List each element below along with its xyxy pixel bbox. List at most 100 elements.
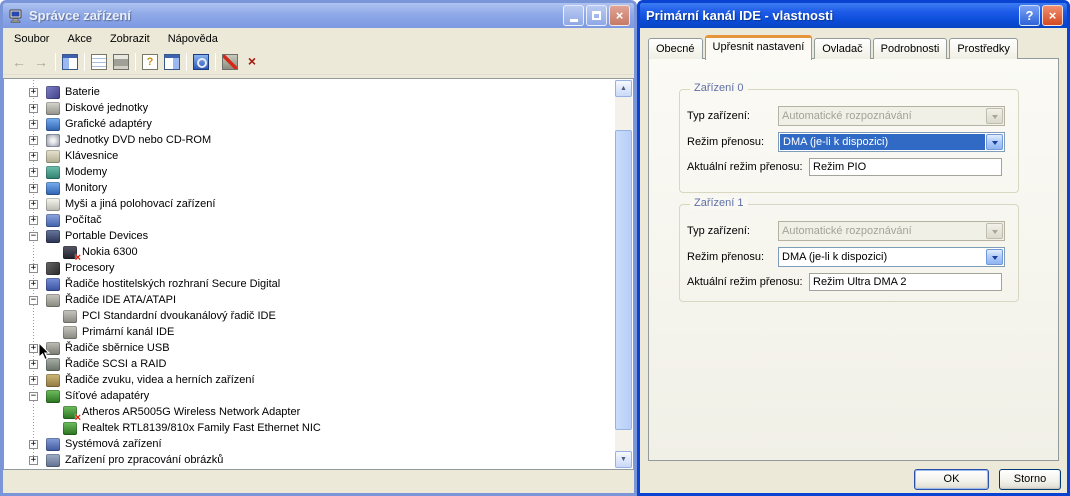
back-button[interactable]: ←	[8, 51, 30, 73]
show-console-tree-button[interactable]	[59, 51, 81, 73]
tree-item-portable-devices[interactable]: − Portable Devices	[5, 228, 615, 244]
tree-item-atheros-ar5005g-wireless-network-adapter[interactable]: × Atheros AR5005G Wireless Network Adapte…	[5, 404, 615, 423]
device-manager-title-bar[interactable]: Správce zařízení ×	[3, 3, 634, 28]
combo-dropdown-button[interactable]	[986, 134, 1003, 150]
dialog-close-button[interactable]: ×	[1042, 5, 1063, 26]
properties-button[interactable]	[88, 51, 110, 73]
tree-item-mysi-a-jina-polohovaci-zarizeni[interactable]: + Myši a jiná polohovací zařízení	[5, 196, 615, 212]
ide-controller-icon	[63, 325, 77, 339]
menu-zobrazit[interactable]: Zobrazit	[101, 30, 159, 48]
dialog-title-bar[interactable]: Primární kanál IDE - vlastnosti ? ×	[640, 3, 1067, 28]
tree-item-label: Diskové jednotky	[65, 102, 149, 114]
forward-button[interactable]: →	[30, 51, 52, 73]
expand-toggle[interactable]: +	[29, 375, 38, 385]
help-button[interactable]: ?	[1019, 5, 1040, 26]
tree-item-radice-ide-ata-atapi[interactable]: − Řadiče IDE ATA/ATAPI	[5, 292, 615, 308]
combo-dropdown-button[interactable]	[986, 249, 1003, 265]
cancel-button[interactable]: Storno	[999, 469, 1061, 490]
tree-item-sitove-adapatery[interactable]: − Síťové adapatéry	[5, 388, 615, 404]
tree-item-graficke-adaptery[interactable]: + Grafické adaptéry	[5, 116, 615, 132]
transfer-mode-combo-1[interactable]: DMA (je-li k dispozici)	[778, 247, 1005, 267]
expand-toggle[interactable]: +	[29, 103, 38, 113]
tree-item-primarni-kanal-ide[interactable]: Primární kanál IDE	[5, 324, 615, 340]
menu-soubor[interactable]: Soubor	[5, 30, 58, 48]
help-button[interactable]: ?	[139, 51, 161, 73]
device-type-combo-0: Automatické rozpoznávání	[778, 106, 1005, 126]
minimize-button[interactable]	[563, 5, 584, 26]
expand-toggle[interactable]: +	[29, 279, 38, 289]
expand-toggle[interactable]: +	[29, 151, 38, 161]
tree-item-diskove-jednotky[interactable]: + Diskové jednotky	[5, 100, 615, 116]
tree-item-baterie[interactable]: + Baterie	[5, 84, 615, 100]
tab-upresnit-nastaveni[interactable]: Upřesnit nastavení	[704, 35, 813, 60]
expand-toggle[interactable]: +	[29, 135, 38, 145]
expand-toggle[interactable]: +	[29, 183, 38, 193]
expand-toggle[interactable]: +	[29, 167, 38, 177]
device-tree: + Baterie + Diskové jednotky + Grafické adapt…	[5, 80, 615, 468]
collapse-toggle[interactable]: −	[29, 295, 38, 305]
expand-toggle[interactable]: +	[29, 87, 38, 97]
tree-item-klavesnice[interactable]: + Klávesnice	[5, 148, 615, 164]
tree-item-radice-sbernice-usb[interactable]: + Řadiče sběrnice USB	[5, 340, 615, 356]
advanced-settings-tab-page: Zařízení 0 Typ zařízení: Automatické rozpo…	[648, 58, 1059, 461]
scroll-down-button[interactable]: ▼	[615, 451, 632, 468]
expand-toggle[interactable]: +	[29, 215, 38, 225]
sd-host-icon	[46, 277, 60, 291]
setting-label: Režim přenosu:	[687, 251, 765, 263]
tree-item-radice-scsi-a-raid[interactable]: + Řadiče SCSI a RAID	[5, 356, 615, 372]
ide-properties-dialog: Primární kanál IDE - vlastnosti ? × Obec…	[637, 0, 1070, 496]
tab-ovladac[interactable]: Ovladač	[814, 38, 871, 59]
toolbar-separator	[84, 52, 85, 71]
transfer-mode-combo-0[interactable]: DMA (je-li k dispozici)	[778, 132, 1005, 152]
setting-row: Režim přenosu: DMA (je-li k dispozici)	[687, 131, 1005, 153]
menu-bar: Soubor Akce Zobrazit Nápověda	[3, 28, 634, 49]
tree-item-realtek-rtl8139-810x-family-fast-ethernet-nic[interactable]: Realtek RTL8139/810x Family Fast Etherne…	[5, 420, 615, 436]
close-button[interactable]: ×	[609, 5, 630, 26]
uninstall-device-button[interactable]: ×	[241, 51, 263, 73]
maximize-button[interactable]	[586, 5, 607, 26]
current-transfer-mode-field-1[interactable]: Režim Ultra DMA 2	[809, 273, 1002, 291]
tree-item-radice-zvuku-videa-a-hernich-zarizeni[interactable]: + Řadiče zvuku, videa a herních zařízení	[5, 372, 615, 388]
menu-napoveda[interactable]: Nápověda	[159, 30, 227, 48]
tree-item-procesory[interactable]: + Procesory	[5, 260, 615, 276]
tree-item-label: Realtek RTL8139/810x Family Fast Etherne…	[82, 422, 321, 434]
tab-podrobnosti[interactable]: Podrobnosti	[872, 38, 948, 59]
tree-item-label: Myši a jiná polohovací zařízení	[65, 198, 216, 210]
window-title: Správce zařízení	[29, 8, 131, 23]
mouse-icon	[46, 197, 60, 211]
tree-item-zarizeni-pro-zpracovani-obrazku[interactable]: + Zařízení pro zpracování obrázků	[5, 452, 615, 468]
collapse-toggle[interactable]: −	[29, 231, 38, 241]
expand-toggle[interactable]: +	[29, 263, 38, 273]
tree-item-pci-standardni-dvoukanalovy-radic-ide[interactable]: PCI Standardní dvoukanálový řadič IDE	[5, 308, 615, 324]
uninstall-device-icon: ×	[247, 52, 257, 69]
tree-item-nokia-6300[interactable]: × Nokia 6300	[5, 244, 615, 263]
tree-item-modemy[interactable]: + Modemy	[5, 164, 615, 180]
expand-toggle[interactable]: +	[29, 359, 38, 369]
tree-item-monitory[interactable]: + Monitory	[5, 180, 615, 196]
expand-toggle[interactable]: +	[29, 343, 38, 353]
chevron-down-icon	[991, 114, 998, 122]
print-button[interactable]	[110, 51, 132, 73]
tab-obecne[interactable]: Obecné	[648, 38, 703, 59]
vertical-scrollbar[interactable]: ▲ ▼	[615, 80, 632, 468]
expand-toggle[interactable]: +	[29, 199, 38, 209]
scan-hardware-changes-button[interactable]	[190, 51, 212, 73]
disable-device-button[interactable]	[219, 51, 241, 73]
tree-item-systemova-zarizeni[interactable]: + Systémová zařízení	[5, 436, 615, 452]
menu-akce[interactable]: Akce	[58, 30, 100, 48]
current-transfer-mode-field-0[interactable]: Režim PIO	[809, 158, 1002, 176]
tree-item-pocitac[interactable]: + Počítač	[5, 212, 615, 228]
expand-toggle[interactable]: +	[29, 455, 38, 465]
collapse-toggle[interactable]: −	[29, 391, 38, 401]
tree-item-radice-hostitelskych-rozhrani-secure-digital[interactable]: + Řadiče hostitelských rozhraní Secure Di…	[5, 276, 615, 292]
scroll-up-button[interactable]: ▲	[615, 80, 632, 97]
setting-row: Typ zařízení: Automatické rozpoznávání	[687, 105, 1005, 127]
expand-toggle[interactable]: +	[29, 439, 38, 449]
ok-button[interactable]: OK	[914, 469, 989, 490]
expand-toggle[interactable]: +	[29, 119, 38, 129]
show-action-pane-button[interactable]	[161, 51, 183, 73]
tree-item-label: Řadiče sběrnice USB	[65, 342, 170, 354]
tab-prostredky[interactable]: Prostředky	[949, 38, 1018, 59]
scroll-thumb[interactable]	[615, 130, 632, 430]
tree-item-jednotky-dvd-nebo-cd-rom[interactable]: + Jednotky DVD nebo CD-ROM	[5, 132, 615, 148]
